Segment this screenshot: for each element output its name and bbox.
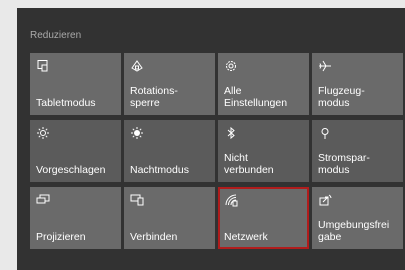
project-icon	[36, 194, 50, 204]
tile-label: Umgebungsfrei gabe	[318, 219, 390, 243]
tile-label: Stromspar- modus	[318, 152, 370, 176]
tile-label: Nicht verbunden	[224, 152, 274, 176]
screen: Reduzieren Tabletmodus Rotations- sperre…	[0, 0, 405, 270]
tile-label: Tabletmodus	[36, 97, 96, 109]
action-center-panel: Reduzieren Tabletmodus Rotations- sperre…	[17, 8, 405, 270]
tile-label: Alle Einstellungen	[224, 85, 288, 109]
settings-gear-icon	[226, 61, 236, 71]
tile-label: Rotations- sperre	[130, 85, 178, 109]
tile-label: Netzwerk	[224, 231, 268, 243]
tile-network[interactable]: Netzwerk	[218, 187, 309, 249]
tile-all-settings[interactable]: Alle Einstellungen	[218, 53, 309, 115]
tile-label: Verbinden	[130, 231, 178, 243]
tile-night-light[interactable]: Nachtmodus	[124, 120, 215, 182]
night-light-icon	[131, 127, 143, 139]
tile-label: Projizieren	[36, 231, 86, 243]
tile-airplane-mode[interactable]: Flugzeug- modus	[312, 53, 403, 115]
tile-project[interactable]: Projizieren	[30, 187, 121, 249]
rotation-lock-icon	[131, 60, 143, 72]
tile-label: Flugzeug- modus	[318, 85, 365, 109]
network-icon	[225, 194, 238, 207]
brightness-icon	[37, 127, 49, 139]
tile-label: Nachtmodus	[130, 164, 189, 176]
tile-battery-saver[interactable]: Stromspar- modus	[312, 120, 403, 182]
tile-nearby-sharing[interactable]: Umgebungsfrei gabe	[312, 187, 403, 249]
nearby-sharing-icon	[319, 194, 332, 206]
collapse-link[interactable]: Reduzieren	[30, 30, 81, 41]
tile-label: Vorgeschlagen	[36, 164, 106, 176]
tile-brightness[interactable]: Vorgeschlagen	[30, 120, 121, 182]
tile-bluetooth[interactable]: Nicht verbunden	[218, 120, 309, 182]
airplane-icon	[319, 60, 331, 72]
bluetooth-icon	[227, 126, 235, 140]
tile-tablet-mode[interactable]: Tabletmodus	[30, 53, 121, 115]
tile-connect[interactable]: Verbinden	[124, 187, 215, 249]
tile-rotation-lock[interactable]: Rotations- sperre	[124, 53, 215, 115]
connect-icon	[130, 194, 144, 206]
battery-saver-icon	[321, 128, 329, 139]
tablet-mode-icon	[37, 60, 48, 72]
